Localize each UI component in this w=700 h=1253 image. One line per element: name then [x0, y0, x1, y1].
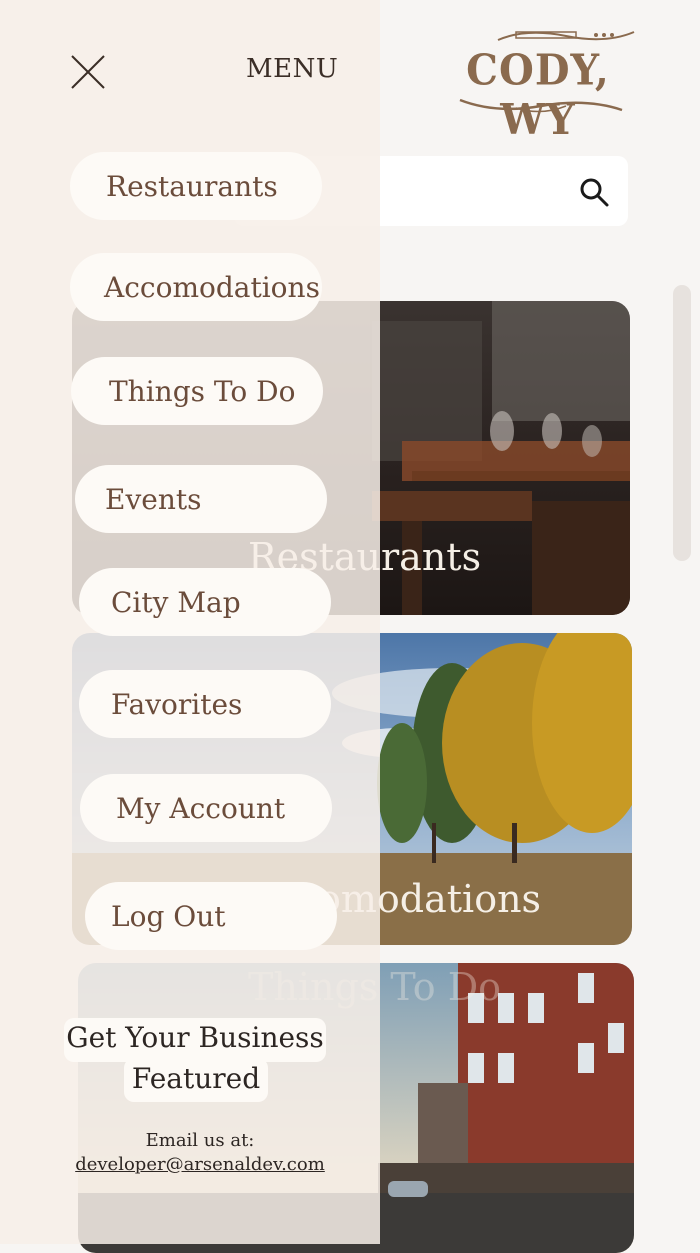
menu-title: MENU	[246, 54, 339, 84]
menu-item-favorites[interactable]: Favorites	[79, 670, 331, 738]
feature-heading: Get Your Business	[64, 1018, 326, 1062]
menu-item-label: City Map	[111, 585, 241, 619]
app-logo: CODY, WY	[436, 24, 640, 144]
menu-item-city-map[interactable]: City Map	[79, 568, 331, 636]
menu-item-label: My Account	[116, 791, 286, 825]
email-label: Email us at:	[145, 1130, 255, 1151]
menu-item-log-out[interactable]: Log Out	[85, 882, 337, 950]
menu-item-label: Events	[105, 482, 202, 516]
feature-heading-line2: Featured	[124, 1058, 268, 1102]
email-link[interactable]: developer@arsenaldev.com	[60, 1154, 340, 1175]
logo-ornament-bottom	[459, 98, 623, 113]
menu-item-events[interactable]: Events	[75, 465, 327, 533]
scrollbar[interactable]	[673, 285, 691, 561]
menu-item-restaurants[interactable]: Restaurants	[70, 152, 322, 220]
search-icon[interactable]	[578, 176, 610, 208]
menu-item-my-account[interactable]: My Account	[80, 774, 332, 842]
menu-item-label: Favorites	[111, 687, 243, 721]
menu-item-label: Restaurants	[106, 169, 278, 203]
menu-item-label: Accomodations	[104, 270, 320, 304]
menu-item-accomodations[interactable]: Accomodations	[70, 253, 322, 321]
menu-item-label: Things To Do	[109, 374, 296, 408]
side-menu: MENU Restaurants Accomodations Things To…	[0, 0, 380, 1244]
menu-item-label: Log Out	[111, 899, 226, 933]
menu-item-things-to-do[interactable]: Things To Do	[71, 357, 323, 425]
close-icon[interactable]	[66, 50, 110, 94]
